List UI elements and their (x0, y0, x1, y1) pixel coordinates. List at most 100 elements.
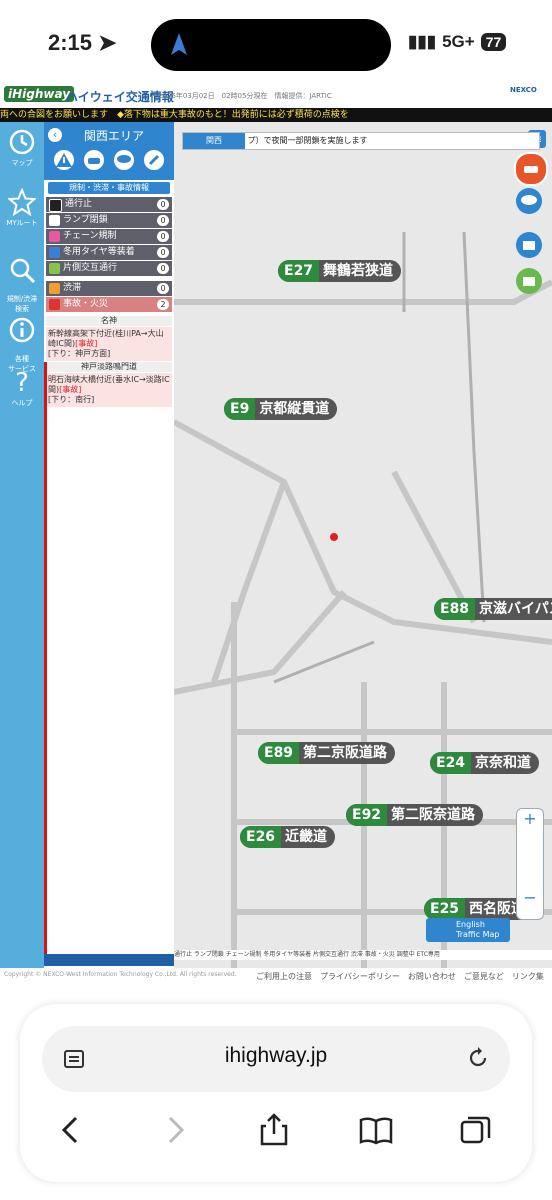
rail-item-services[interactable]: 各種 サービス (0, 308, 44, 374)
footer: Copyright © NEXCO-West Information Techn… (0, 968, 552, 982)
video-layer-button[interactable] (516, 268, 542, 294)
rail-item-help[interactable]: ? ヘルプ (0, 368, 44, 408)
camera-layer-button[interactable] (516, 232, 542, 258)
incident-direction: [下り：南行] (48, 395, 95, 404)
category-label: 冬用タイヤ等装着 (63, 247, 135, 257)
traffic-camera-button[interactable] (514, 152, 548, 186)
cloud-icon (117, 155, 131, 163)
category-count: 0 (157, 247, 169, 258)
back-icon[interactable]: ‹ (48, 128, 62, 142)
closure-icon (49, 199, 62, 212)
congestion-filter-button[interactable] (82, 148, 106, 172)
clock-icon (9, 129, 35, 155)
reload-icon[interactable] (466, 1046, 490, 1070)
category-alternating[interactable]: 片側交互通行 0 (46, 261, 172, 277)
reader-icon[interactable] (62, 1047, 86, 1071)
snowflake-icon (49, 247, 60, 258)
route-badge-e88[interactable]: E88京滋バイパス (434, 598, 552, 620)
route-badge-e26[interactable]: E26 近畿道 (240, 826, 336, 848)
footer-links[interactable]: ご利用上の注意 プライバシーポリシー お問い合わせ ご意見など リンク集 (256, 971, 544, 982)
category-count: 0 (157, 263, 169, 274)
site-logo[interactable]: iHighway (4, 86, 75, 102)
car-icon (524, 166, 538, 173)
forward-arrow-icon[interactable] (156, 1112, 192, 1148)
route-name: 第二京阪道路 (303, 745, 388, 761)
ramp-icon (49, 215, 60, 226)
bookmarks-icon[interactable] (358, 1112, 394, 1148)
category-chain[interactable]: チェーン規制 0 (46, 229, 172, 245)
english-map-button[interactable]: English Traffic Map (426, 918, 510, 942)
help-icon: ? (15, 368, 29, 396)
route-number: E92 (346, 804, 388, 826)
panel-subtitle: 規制・渋滞・事故情報 (48, 182, 170, 194)
nexco-logo: NEXCO (510, 86, 537, 94)
category-accident[interactable]: 事故・火災 2 (46, 297, 172, 313)
navigation-arrow-icon (171, 33, 187, 55)
weather-filter-button[interactable] (112, 148, 136, 172)
category-winter-tire[interactable]: 冬用タイヤ等装着 0 (46, 245, 172, 261)
zoom-control[interactable]: + − (516, 808, 544, 920)
info-icon (9, 317, 35, 343)
zoom-out-icon[interactable]: − (517, 888, 543, 907)
incident-location: 新幹線高架下付近(桂川PA→大山崎IC間) (48, 329, 164, 348)
map-legend: 通行止 ランプ閉鎖 チェーン規制 冬用タイヤ等装着 片側交互通行 渋滞 事故・火… (174, 950, 552, 960)
rail-item-search[interactable]: 規制/渋滞 検索 (0, 248, 44, 314)
category-label: 片側交互通行 (63, 263, 118, 273)
notice-region: 関西 (183, 133, 245, 149)
route-number: E25 (424, 898, 466, 920)
route-name: 京奈和道 (475, 755, 532, 771)
category-label: チェーン規制 (63, 231, 117, 241)
route-name: 舞鶴若狭道 (323, 263, 394, 279)
copyright: Copyright © NEXCO-West Information Techn… (4, 971, 237, 978)
category-label: 通行止 (65, 199, 93, 209)
category-ramp[interactable]: ランプ閉鎖 0 (46, 213, 172, 229)
route-badge-e27[interactable]: E27 舞鶴若狭道 (278, 260, 402, 282)
cloud-icon (521, 195, 537, 205)
rail-label: ヘルプ (11, 399, 33, 407)
link-filter-button[interactable] (142, 148, 166, 172)
english-map-label: English Traffic Map (456, 920, 500, 939)
area-title[interactable]: 関西エリア (84, 127, 144, 144)
route-badge-e89[interactable]: E89 第二京阪道路 (258, 742, 396, 764)
category-label: ランプ閉鎖 (63, 215, 108, 225)
warning-icon (56, 153, 72, 167)
accident-marker[interactable] (330, 533, 338, 541)
route-number: E88 (434, 598, 476, 620)
battery-level: 77 (480, 33, 507, 51)
category-count: 2 (157, 299, 169, 310)
route-name: 京滋バイパス (479, 601, 552, 617)
back-arrow-icon[interactable] (54, 1112, 90, 1148)
traffic-map[interactable]: E27舞鶴若狭道 E9京都縦貫道 E88京滋バイパス E89第二京阪道路 E24… (174, 122, 552, 968)
tabs-icon[interactable] (458, 1112, 494, 1148)
incident-item[interactable]: 新幹線高架下付近(桂川PA→大山崎IC間)[事故] [下り：神戸方面] (46, 327, 172, 361)
network-label: 5G+ (442, 32, 475, 51)
route-name: 近畿道 (285, 829, 328, 845)
incident-item[interactable]: 明石海峡大橋付近(垂水IC→淡路IC間)[事故] [下り：南行] (46, 373, 172, 407)
route-badge-e9[interactable]: E9 京都縦貫道 (224, 398, 338, 420)
incident-tag: [事故] (59, 385, 82, 394)
share-icon[interactable] (256, 1112, 292, 1148)
car-icon (88, 158, 100, 164)
route-badge-e92[interactable]: E92 第二阪奈道路 (346, 804, 484, 826)
panel-scroll-buttons[interactable] (44, 954, 174, 966)
category-closure[interactable]: 通行止 0 (46, 197, 172, 213)
map-notice[interactable]: 関西 プ）で夜間一部閉鎖を実施します (182, 132, 540, 150)
chain-icon (49, 231, 60, 242)
rail-label: MYルート (6, 219, 38, 227)
video-icon (523, 277, 535, 286)
rail-item-map[interactable]: マップ (0, 128, 44, 168)
weather-layer-button[interactable] (516, 188, 542, 214)
notice-text: プ）で夜間一部閉鎖を実施します (247, 136, 368, 145)
category-congestion[interactable]: 渋滞 0 (46, 281, 172, 297)
category-label: 事故・火災 (63, 299, 109, 309)
url-text[interactable]: ihighway.jp (42, 1044, 510, 1068)
update-time: 2026年03月02日 02時05分現在 情報提供：JARTIC (158, 92, 332, 100)
route-number: E89 (258, 742, 300, 764)
route-name: 京都縦貫道 (259, 401, 330, 417)
category-count: 0 (157, 231, 169, 242)
rail-item-myroute[interactable]: MYルート (0, 188, 44, 228)
alert-filter-button[interactable] (52, 148, 76, 172)
route-number: E24 (430, 752, 472, 774)
route-badge-e24[interactable]: E24 京奈和道 (430, 752, 540, 774)
zoom-in-icon[interactable]: + (517, 809, 543, 828)
